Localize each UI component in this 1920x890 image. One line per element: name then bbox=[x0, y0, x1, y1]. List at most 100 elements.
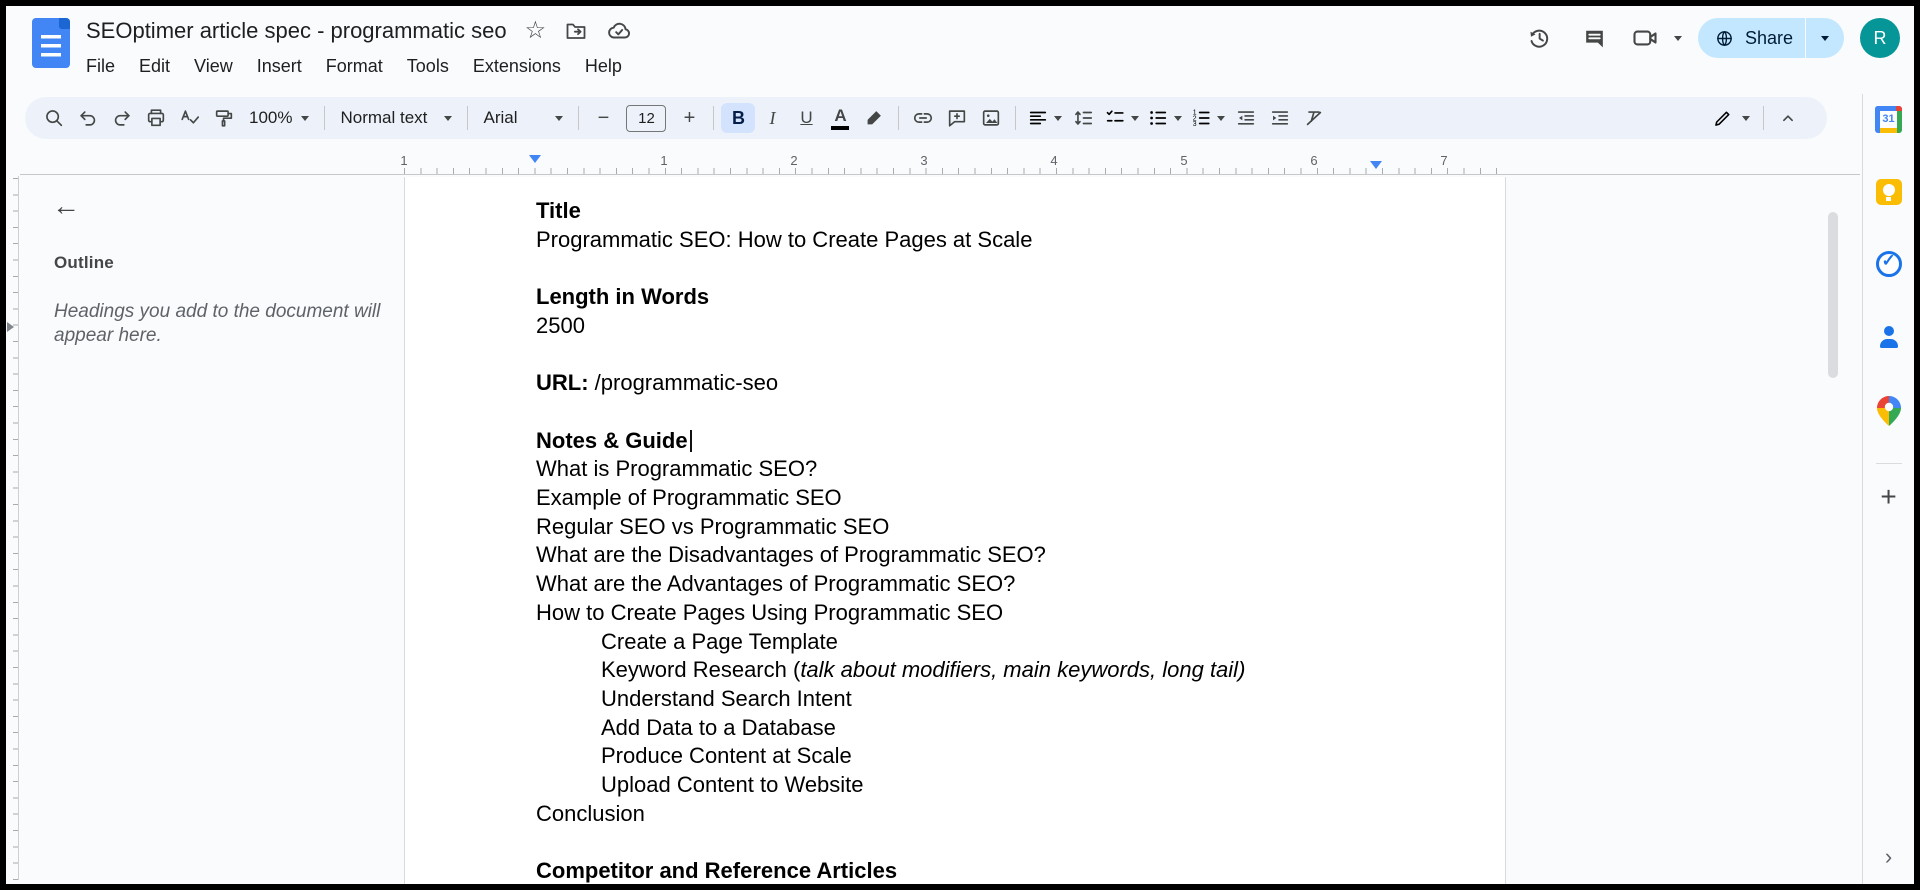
menu-help[interactable]: Help bbox=[573, 53, 634, 80]
share-button[interactable]: Share bbox=[1698, 18, 1844, 58]
line-spacing-icon[interactable] bbox=[1066, 103, 1100, 133]
text-color-button[interactable]: A bbox=[823, 103, 857, 133]
font-family-select[interactable]: Arial bbox=[475, 103, 571, 133]
menu-edit[interactable]: Edit bbox=[127, 53, 182, 80]
left-indent-marker[interactable] bbox=[529, 155, 541, 163]
ruler-label: 2 bbox=[790, 153, 797, 168]
doc-text-segment: Notes & Guide bbox=[536, 428, 688, 453]
doc-line[interactable]: How to Create Pages Using Programmatic S… bbox=[536, 599, 1469, 628]
doc-line[interactable]: Notes & Guide bbox=[536, 427, 1469, 456]
share-label: Share bbox=[1745, 28, 1793, 49]
doc-text-segment: /programmatic-seo bbox=[589, 370, 779, 395]
doc-line[interactable]: What is Programmatic SEO? bbox=[536, 455, 1469, 484]
numbered-list-button[interactable]: 123 bbox=[1186, 103, 1229, 133]
menu-insert[interactable]: Insert bbox=[245, 53, 314, 80]
undo-icon[interactable] bbox=[71, 103, 105, 133]
spell-check-icon[interactable] bbox=[173, 103, 207, 133]
doc-line[interactable]: Regular SEO vs Programmatic SEO bbox=[536, 513, 1469, 542]
bold-button[interactable]: B bbox=[721, 103, 755, 133]
doc-line[interactable]: Conclusion bbox=[536, 800, 1469, 829]
toolbar-divider bbox=[713, 106, 714, 130]
doc-line[interactable]: What are the Disadvantages of Programmat… bbox=[536, 541, 1469, 570]
zoom-select[interactable]: 100% bbox=[241, 103, 317, 133]
contacts-icon[interactable] bbox=[1874, 322, 1904, 352]
doc-line[interactable]: What are the Advantages of Programmatic … bbox=[536, 570, 1469, 599]
version-history-icon[interactable] bbox=[1519, 18, 1559, 58]
account-avatar[interactable]: R bbox=[1860, 18, 1900, 58]
horizontal-ruler[interactable]: 1 1 2 3 4 5 6 7 bbox=[20, 152, 1860, 175]
doc-blank-line[interactable] bbox=[536, 341, 1469, 370]
menu-format[interactable]: Format bbox=[314, 53, 395, 80]
add-comment-icon[interactable] bbox=[940, 103, 974, 133]
align-button[interactable] bbox=[1023, 103, 1066, 133]
search-icon[interactable] bbox=[37, 103, 71, 133]
star-icon[interactable]: ☆ bbox=[525, 19, 547, 43]
comments-icon[interactable] bbox=[1575, 18, 1615, 58]
doc-text-segment: Produce Content at Scale bbox=[601, 743, 852, 768]
doc-line[interactable]: Create a Page Template bbox=[536, 628, 1469, 657]
checklist-button[interactable] bbox=[1100, 103, 1143, 133]
doc-line[interactable]: Competitor and Reference Articles bbox=[536, 857, 1469, 884]
paint-format-icon[interactable] bbox=[207, 103, 241, 133]
clear-formatting-icon[interactable] bbox=[1297, 103, 1331, 133]
doc-line[interactable]: Title bbox=[536, 197, 1469, 226]
print-icon[interactable] bbox=[139, 103, 173, 133]
doc-line[interactable]: Length in Words bbox=[536, 283, 1469, 312]
document-page[interactable]: TitleProgrammatic SEO: How to Create Pag… bbox=[404, 177, 1506, 884]
doc-text-segment: Example of Programmatic SEO bbox=[536, 485, 842, 510]
google-docs-app: SEOptimer article spec - programmatic se… bbox=[6, 6, 1914, 884]
vertical-ruler[interactable] bbox=[6, 176, 19, 880]
font-size-input[interactable]: 12 bbox=[626, 105, 666, 132]
meet-dropdown-arrow[interactable] bbox=[1674, 36, 1682, 41]
insert-image-icon[interactable] bbox=[974, 103, 1008, 133]
cloud-saved-icon[interactable] bbox=[606, 18, 632, 44]
increase-indent-icon[interactable] bbox=[1263, 103, 1297, 133]
doc-line[interactable]: Upload Content to Website bbox=[536, 771, 1469, 800]
right-indent-marker[interactable] bbox=[1370, 161, 1382, 169]
hide-side-panel-icon[interactable]: › bbox=[1874, 842, 1904, 872]
highlight-color-icon[interactable] bbox=[857, 103, 891, 133]
doc-line[interactable]: Produce Content at Scale bbox=[536, 742, 1469, 771]
italic-button[interactable]: I bbox=[755, 103, 789, 133]
ruler-label: 3 bbox=[920, 153, 927, 168]
doc-line[interactable]: Keyword Research (talk about modifiers, … bbox=[536, 656, 1469, 685]
bulleted-list-button[interactable] bbox=[1143, 103, 1186, 133]
paragraph-style-select[interactable]: Normal text bbox=[332, 103, 460, 133]
underline-button[interactable]: U bbox=[789, 103, 823, 133]
document-title[interactable]: SEOptimer article spec - programmatic se… bbox=[86, 18, 507, 44]
doc-blank-line[interactable] bbox=[536, 828, 1469, 857]
increase-font-size-button[interactable]: + bbox=[672, 103, 706, 133]
decrease-indent-icon[interactable] bbox=[1229, 103, 1263, 133]
docs-logo-icon[interactable] bbox=[32, 18, 70, 68]
share-dropdown-arrow[interactable] bbox=[1806, 18, 1844, 58]
doc-blank-line[interactable] bbox=[536, 254, 1469, 283]
insert-link-icon[interactable] bbox=[906, 103, 940, 133]
meet-video-button[interactable] bbox=[1631, 24, 1682, 52]
doc-line[interactable]: Programmatic SEO: How to Create Pages at… bbox=[536, 226, 1469, 255]
doc-line[interactable]: Understand Search Intent bbox=[536, 685, 1469, 714]
doc-blank-line[interactable] bbox=[536, 398, 1469, 427]
move-folder-icon[interactable] bbox=[564, 19, 588, 43]
close-outline-icon[interactable]: ← bbox=[52, 192, 80, 220]
vertical-scrollbar[interactable] bbox=[1828, 212, 1838, 378]
redo-icon[interactable] bbox=[105, 103, 139, 133]
doc-line[interactable]: URL: /programmatic-seo bbox=[536, 369, 1469, 398]
doc-line[interactable]: Example of Programmatic SEO bbox=[536, 484, 1469, 513]
menu-extensions[interactable]: Extensions bbox=[461, 53, 573, 80]
menu-file[interactable]: File bbox=[74, 53, 127, 80]
keep-icon[interactable] bbox=[1874, 177, 1904, 207]
menu-view[interactable]: View bbox=[182, 53, 245, 80]
globe-icon bbox=[1714, 28, 1735, 49]
collapse-menus-icon[interactable] bbox=[1771, 103, 1805, 133]
doc-line[interactable]: Add Data to a Database bbox=[536, 714, 1469, 743]
toolbar: 100% Normal text Arial − 12 + B I U A 12… bbox=[25, 97, 1827, 139]
get-add-ons-button[interactable]: + bbox=[1874, 482, 1904, 512]
calendar-icon[interactable]: 31 bbox=[1874, 104, 1904, 134]
maps-icon[interactable] bbox=[1874, 396, 1904, 426]
menu-tools[interactable]: Tools bbox=[395, 53, 461, 80]
decrease-font-size-button[interactable]: − bbox=[586, 103, 620, 133]
editing-mode-button[interactable] bbox=[1706, 103, 1756, 133]
tasks-icon[interactable]: ✓ bbox=[1874, 249, 1904, 279]
outline-title: Outline bbox=[54, 253, 114, 273]
doc-line[interactable]: 2500 bbox=[536, 312, 1469, 341]
